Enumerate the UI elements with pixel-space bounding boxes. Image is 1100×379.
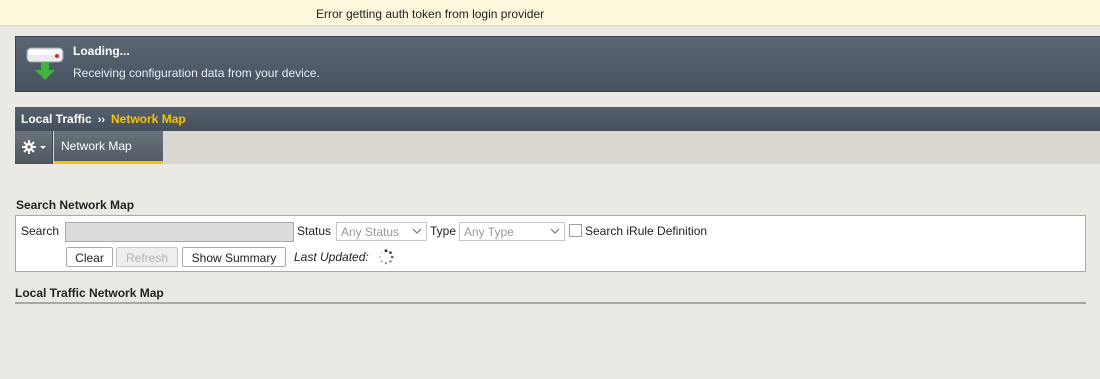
type-label: Type <box>430 224 457 238</box>
error-message: Error getting auth token from login prov… <box>316 7 545 21</box>
show-summary-button[interactable]: Show Summary <box>182 247 286 267</box>
section-divider <box>15 302 1086 304</box>
type-select[interactable]: Any Type <box>459 222 565 241</box>
search-section-title: Search Network Map <box>16 198 135 212</box>
chevron-down-icon <box>550 228 560 234</box>
loading-spinner-icon <box>378 249 394 265</box>
breadcrumb-separator: ›› <box>97 114 106 126</box>
status-label: Status <box>297 224 332 238</box>
last-updated-label: Last Updated: <box>294 250 369 264</box>
device-download-icon <box>26 47 64 80</box>
status-select[interactable]: Any Status <box>336 222 427 241</box>
tab-bar: Network Map <box>15 131 1100 164</box>
error-banner: Error getting auth token from login prov… <box>0 0 1100 26</box>
breadcrumb: Local Traffic ›› Network Map <box>15 107 1100 131</box>
loading-banner: Loading... Receiving configuration data … <box>15 36 1100 92</box>
chevron-down-icon <box>412 228 422 234</box>
search-label: Search <box>21 224 60 238</box>
tab-network-map[interactable]: Network Map <box>54 131 163 164</box>
search-input[interactable] <box>65 222 294 242</box>
refresh-button[interactable]: Refresh <box>116 247 178 267</box>
search-panel: Search Status Any Status Type Any Type S… <box>15 215 1086 272</box>
status-select-value: Any Status <box>341 225 400 239</box>
breadcrumb-current: Network Map <box>111 112 186 126</box>
map-section-title: Local Traffic Network Map <box>15 286 164 300</box>
irule-checkbox-label[interactable]: Search iRule Definition <box>585 224 707 238</box>
banner-title: Loading... <box>73 44 130 58</box>
banner-message: Receiving configuration data from your d… <box>73 66 320 80</box>
type-select-value: Any Type <box>464 225 514 239</box>
gear-icon <box>22 140 46 154</box>
clear-button[interactable]: Clear <box>66 247 113 267</box>
chevron-down-icon <box>40 146 46 149</box>
breadcrumb-local-traffic[interactable]: Local Traffic <box>21 112 92 126</box>
gear-menu-button[interactable] <box>15 131 53 164</box>
irule-checkbox[interactable] <box>569 224 582 237</box>
